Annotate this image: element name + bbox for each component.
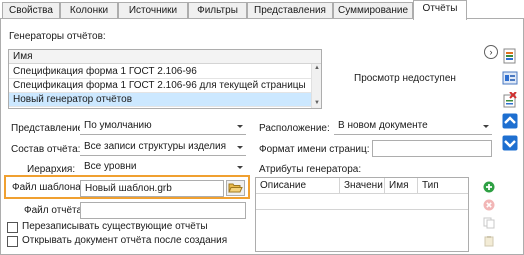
overwrite-checkbox[interactable]: [7, 222, 18, 233]
tab-label: Свойства: [9, 5, 53, 16]
hierarchy-select[interactable]: Все уровни: [80, 160, 246, 176]
tab-label: Суммирование: [338, 5, 408, 16]
location-select[interactable]: В новом документе: [334, 119, 492, 135]
chevron-down-icon: [483, 125, 489, 128]
tab-sources[interactable]: Источники: [118, 2, 188, 19]
paste-attribute-icon[interactable]: [483, 235, 495, 247]
generators-title: Генераторы отчётов:: [9, 31, 106, 42]
composition-value: Все записи структуры изделия: [84, 141, 226, 152]
delete-report-icon[interactable]: [502, 91, 518, 108]
list-item[interactable]: Спецификация форма 1 ГОСТ 2.106-96: [9, 65, 311, 79]
attributes-table[interactable]: Описание Значени Имя Тип: [255, 177, 469, 252]
move-down-icon[interactable]: [502, 135, 518, 151]
composition-label: Состав отчёта:: [11, 144, 81, 155]
list-item-selected[interactable]: Новый генератор отчётов: [9, 93, 311, 107]
chevron-down-icon: [237, 146, 243, 149]
tab-label: Колонки: [69, 5, 109, 16]
tab-label: Отчёты: [422, 3, 458, 14]
composition-select[interactable]: Все записи структуры изделия: [80, 140, 246, 156]
open-after-checkbox[interactable]: [7, 236, 18, 247]
remove-attribute-icon[interactable]: [483, 199, 495, 211]
location-value: В новом документе: [338, 120, 428, 131]
tab-filters[interactable]: Фильтры: [188, 2, 247, 19]
tab-bar: Свойства Колонки Источники Фильтры Предс…: [0, 0, 524, 20]
tab-label: Источники: [128, 5, 178, 16]
browse-template-button[interactable]: [226, 180, 245, 196]
representation-value: По умолчанию: [84, 120, 152, 131]
tab-views[interactable]: Представления: [247, 2, 333, 19]
tab-reports[interactable]: Отчёты: [413, 0, 467, 20]
copy-attribute-icon[interactable]: [483, 217, 495, 229]
representation-select[interactable]: По умолчанию: [80, 119, 246, 135]
chevron-down-icon: [237, 125, 243, 128]
attributes-label: Атрибуты генератора:: [259, 164, 362, 175]
preview-status: Просмотр недоступен: [354, 73, 456, 84]
move-up-icon[interactable]: [502, 113, 518, 129]
chevron-right-circle-icon[interactable]: ›: [484, 45, 498, 59]
page-name-format-field[interactable]: [372, 140, 492, 157]
page-name-format-label: Формат имени страниц:: [259, 144, 370, 155]
scroll-up-icon[interactable]: ▲: [313, 64, 321, 72]
column-header-description[interactable]: Описание: [256, 178, 340, 194]
overwrite-label: Перезаписывать существующие отчёты: [22, 221, 208, 232]
chevron-down-icon: [237, 166, 243, 169]
open-after-label: Открывать документ отчёта после создания: [22, 235, 228, 246]
tab-columns[interactable]: Колонки: [60, 2, 118, 19]
report-file-field[interactable]: [80, 202, 246, 219]
tab-properties[interactable]: Свойства: [2, 2, 60, 19]
hierarchy-label: Иерархия:: [27, 164, 76, 175]
representation-label: Представление:: [11, 123, 86, 134]
list-item[interactable]: Спецификация форма 1 ГОСТ 2.106-96 для т…: [9, 79, 311, 93]
scroll-down-icon[interactable]: ▼: [313, 99, 321, 107]
folder-open-icon: [228, 183, 243, 193]
location-label: Расположение:: [259, 123, 330, 134]
column-header-name[interactable]: Имя: [385, 178, 418, 194]
tab-label: Представления: [254, 5, 326, 16]
generators-column-header[interactable]: Имя: [9, 50, 321, 64]
generators-list[interactable]: Имя Спецификация форма 1 ГОСТ 2.106-96 С…: [8, 49, 322, 109]
report-file-label: Файл отчёта:: [24, 205, 85, 216]
tab-label: Фильтры: [197, 5, 238, 16]
column-header-type[interactable]: Тип: [418, 178, 468, 194]
template-file-field[interactable]: Новый шаблон.grb: [80, 180, 224, 197]
column-header-value[interactable]: Значени: [340, 178, 385, 194]
report-properties-icon[interactable]: [502, 70, 518, 86]
add-attribute-icon[interactable]: [483, 181, 495, 193]
generators-scrollbar[interactable]: ▲ ▼: [311, 64, 321, 108]
table-row[interactable]: [256, 195, 468, 210]
add-report-icon[interactable]: [502, 48, 518, 64]
hierarchy-value: Все уровни: [84, 161, 137, 172]
tab-summation[interactable]: Суммирование: [333, 2, 413, 19]
template-label: Файл шаблона:: [12, 182, 84, 193]
